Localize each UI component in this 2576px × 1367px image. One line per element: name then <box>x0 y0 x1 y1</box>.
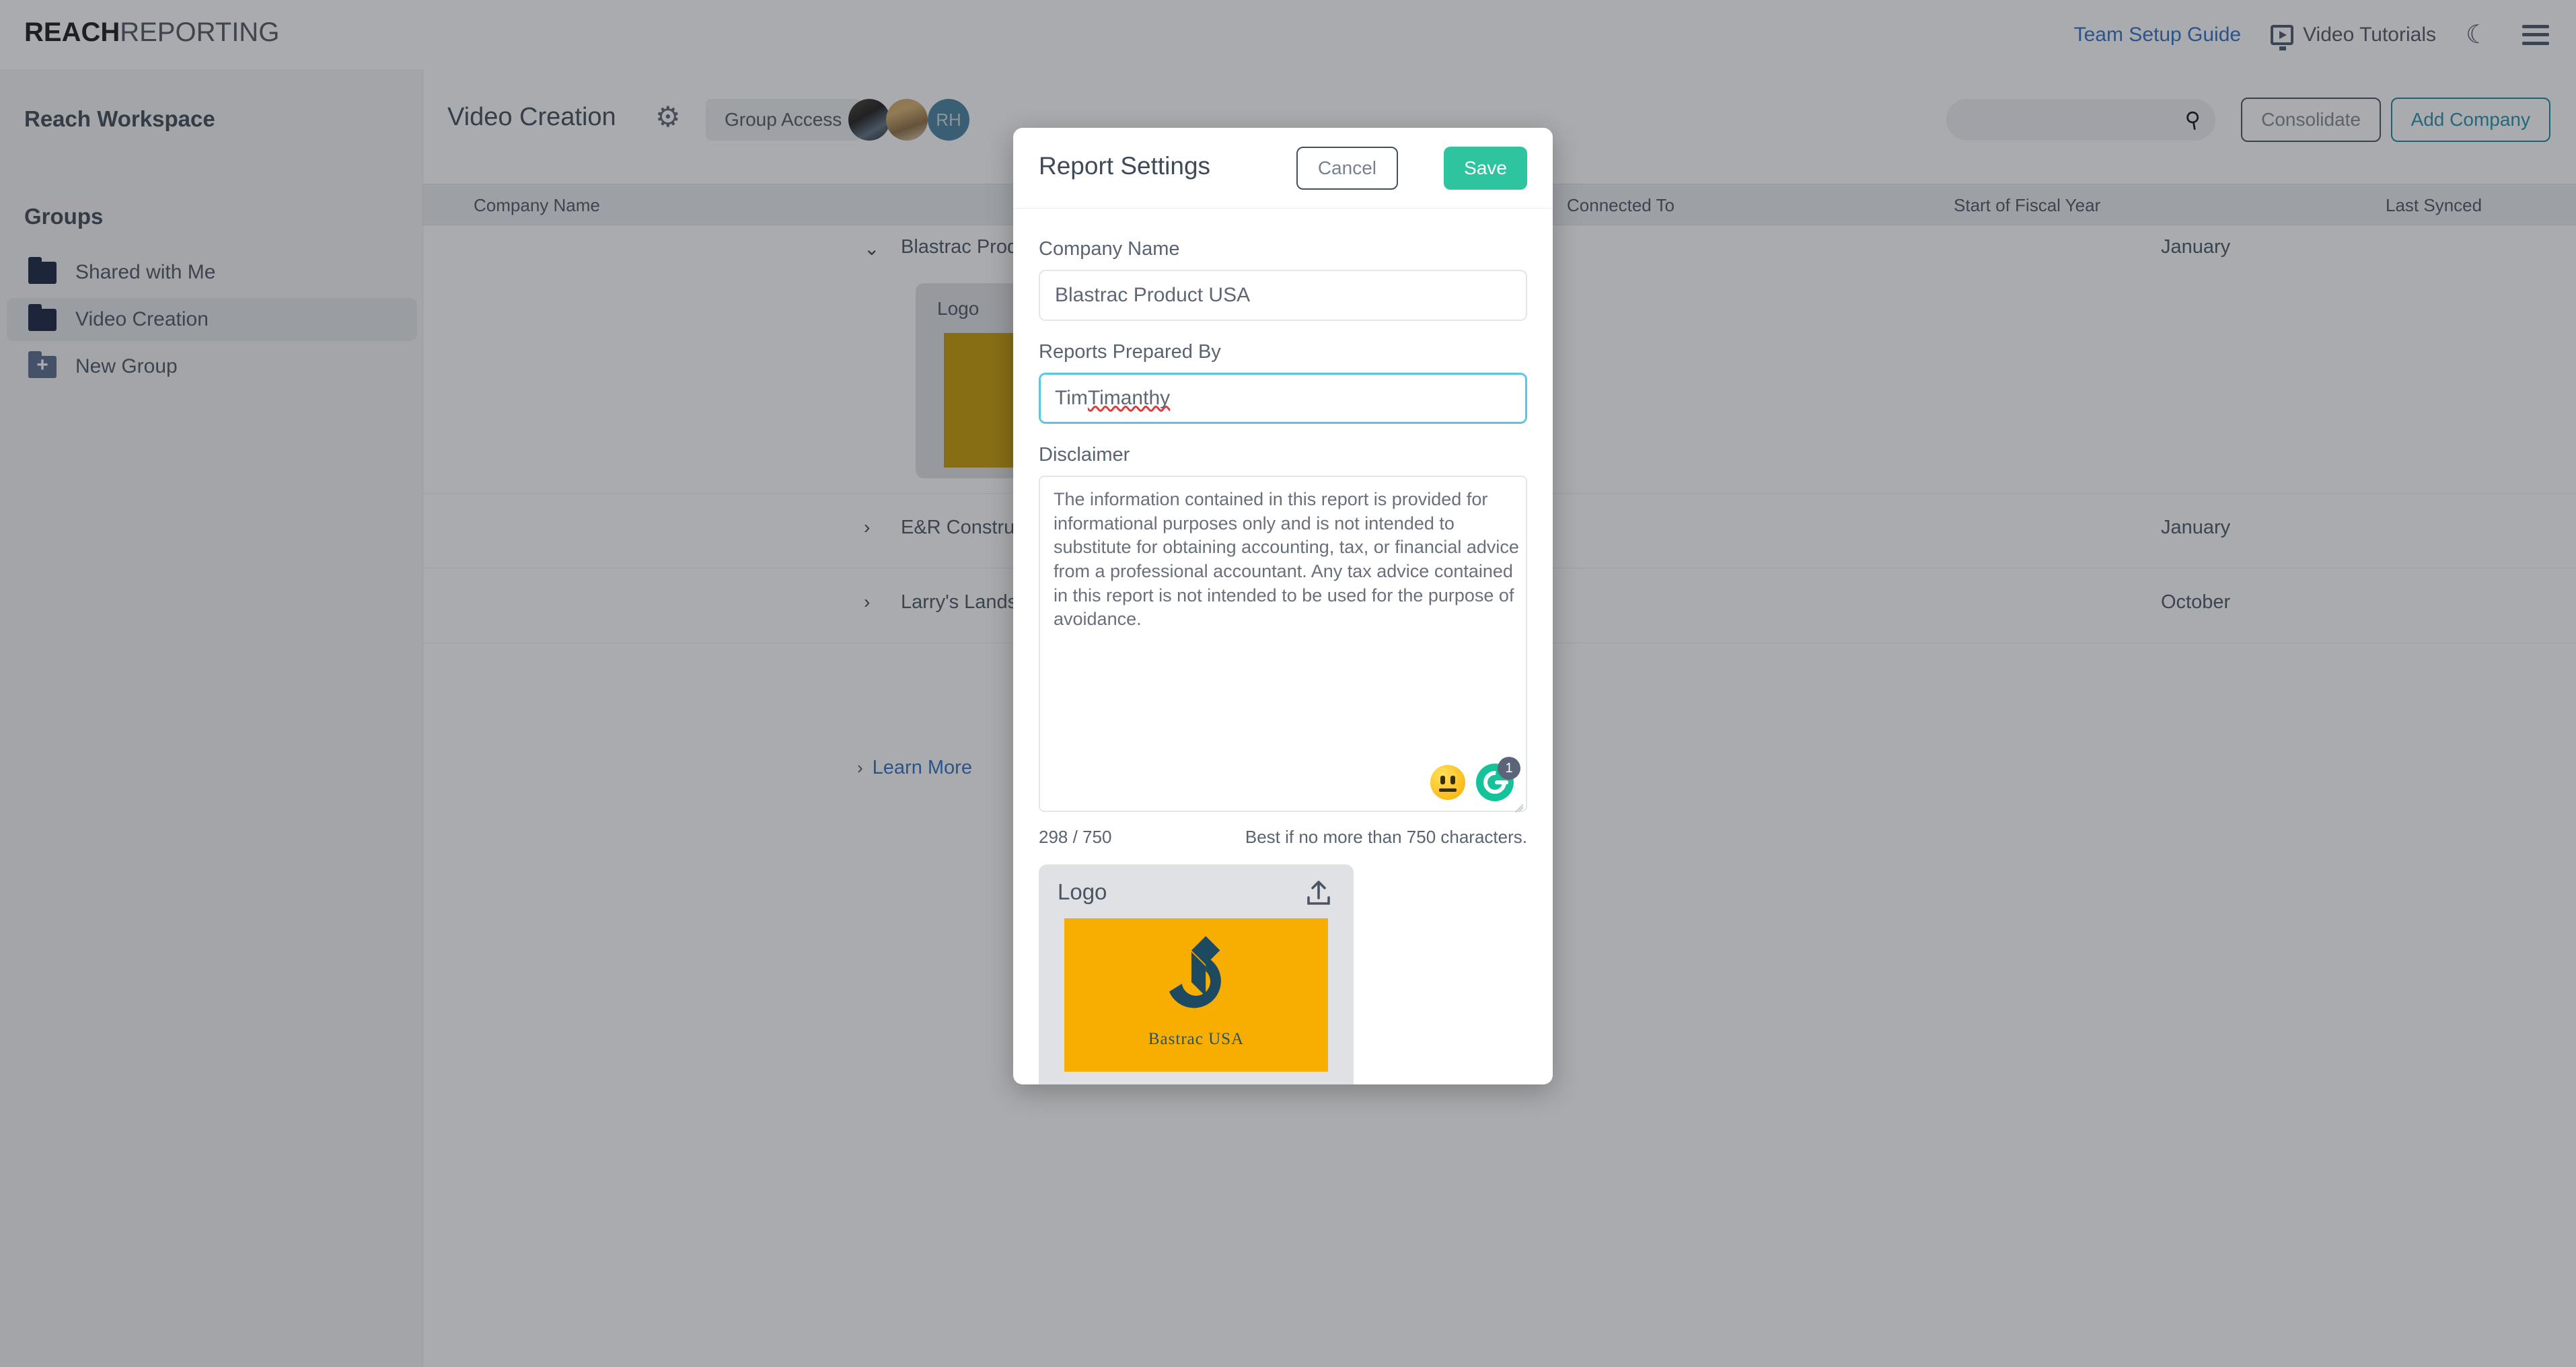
emoji-mouth <box>1439 788 1457 792</box>
neutral-face-emoji-icon[interactable] <box>1430 765 1465 800</box>
logo-card-label: Logo <box>1058 879 1107 904</box>
company-name-value: Blastrac Product USA <box>1055 284 1251 306</box>
screen-root: REACHREPORTING Team Setup Guide Video Tu… <box>0 0 2576 1367</box>
prepared-by-field[interactable]: Tim Timanthy <box>1039 373 1527 424</box>
resize-handle[interactable] <box>1510 795 1524 813</box>
character-hint: Best if no more than 750 characters. <box>1245 827 1527 847</box>
cancel-button[interactable]: Cancel <box>1296 147 1398 190</box>
textarea-tools: 1 <box>1430 757 1520 801</box>
logo-image: Bastrac USA <box>1064 918 1328 1072</box>
grammarly-bar <box>1495 780 1508 784</box>
dialog-logo-card: Logo Bastrac USA <box>1039 864 1354 1084</box>
report-settings-dialog: Report Settings Cancel Save Company Name… <box>1013 128 1553 1084</box>
dialog-title: Report Settings <box>1039 152 1211 180</box>
emoji-eye <box>1440 776 1445 784</box>
grammarly-icon[interactable]: 1 <box>1476 757 1520 801</box>
company-mark-icon <box>1169 936 1221 1008</box>
dialog-body: Company Name Blastrac Product USA Report… <box>1013 209 1553 1084</box>
prepared-by-value: Tim <box>1055 387 1088 409</box>
disclaimer-textarea[interactable]: The information contained in this report… <box>1039 476 1527 813</box>
prepared-by-value-misspelled: Timanthy <box>1087 387 1171 409</box>
save-button[interactable]: Save <box>1444 147 1527 190</box>
save-label: Save <box>1464 157 1507 178</box>
emoji-eye <box>1450 776 1455 784</box>
logo-image-text: Bastrac USA <box>1148 1030 1245 1048</box>
dialog-header: Report Settings Cancel Save <box>1013 128 1553 209</box>
character-counter-row: 298 / 750 Best if no more than 750 chara… <box>1039 820 1527 860</box>
disclaimer-label: Disclaimer <box>1039 444 1130 466</box>
cancel-label: Cancel <box>1317 157 1376 178</box>
company-name-label: Company Name <box>1039 238 1180 260</box>
character-counter: 298 / 750 <box>1039 827 1112 847</box>
upload-icon[interactable] <box>1302 878 1335 910</box>
disclaimer-value: The information contained in this report… <box>1054 489 1519 630</box>
grammarly-badge: 1 <box>1498 757 1520 780</box>
company-name-field[interactable]: Blastrac Product USA <box>1039 270 1527 321</box>
prepared-by-label: Reports Prepared By <box>1039 341 1221 363</box>
